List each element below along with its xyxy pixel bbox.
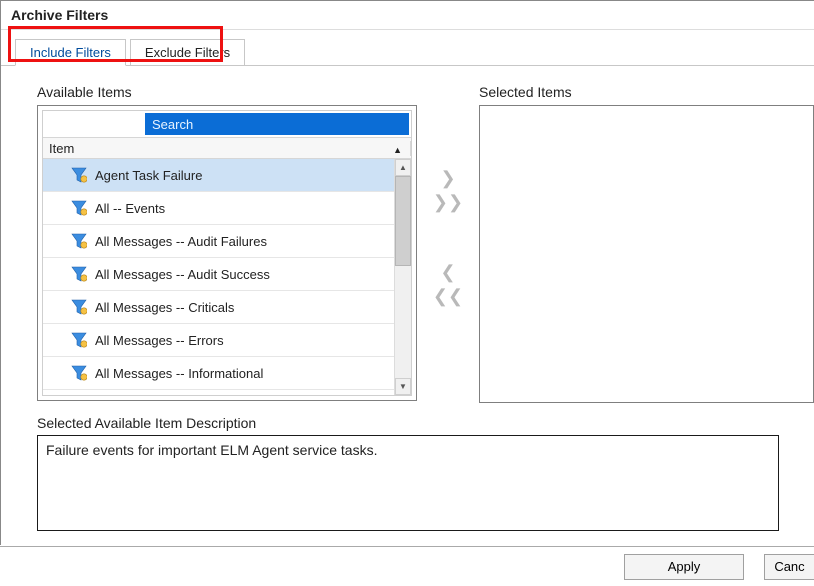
tab-exclude-filters[interactable]: Exclude Filters (130, 39, 245, 66)
move-right-button[interactable]: ❯ (440, 169, 455, 187)
cancel-button[interactable]: Canc (764, 554, 814, 580)
tab-include-filters[interactable]: Include Filters (15, 39, 126, 66)
move-left-button[interactable]: ❮ (440, 263, 455, 281)
list-item-label: All Messages -- Errors (95, 333, 224, 348)
dialog-button-bar: Apply Canc (0, 546, 814, 586)
list-item-label: All Messages -- Audit Success (95, 267, 270, 282)
list-item-label: All Messages -- Informational (95, 366, 263, 381)
sort-asc-icon: ▲ (393, 145, 402, 155)
move-all-left-button[interactable]: ❮❮ (433, 287, 463, 305)
scroll-down-icon[interactable]: ▼ (395, 378, 411, 395)
column-header-label: Item (49, 141, 74, 156)
list-item-label: All -- Events (95, 201, 165, 216)
filter-icon (71, 299, 87, 315)
list-item[interactable]: All Messages -- Audit Failures (43, 225, 394, 258)
filter-tabs: Include Filters Exclude Filters (15, 39, 245, 66)
filter-icon (71, 266, 87, 282)
filter-icon (71, 200, 87, 216)
move-all-right-button[interactable]: ❯❯ (433, 193, 463, 211)
list-item[interactable]: All Messages -- Criticals (43, 291, 394, 324)
apply-button[interactable]: Apply (624, 554, 744, 580)
list-item-label: All Messages -- Criticals (95, 300, 234, 315)
list-item[interactable]: Agent Task Failure (43, 159, 394, 192)
description-text: Failure events for important ELM Agent s… (46, 442, 377, 458)
list-item[interactable]: All -- Events (43, 192, 394, 225)
search-input[interactable] (145, 113, 409, 135)
filter-icon (71, 233, 87, 249)
filter-icon (71, 365, 87, 381)
scroll-thumb[interactable] (395, 176, 411, 266)
filter-icon (71, 332, 87, 348)
list-item-label: Agent Task Failure (95, 168, 202, 183)
list-item-label: All Messages -- Audit Failures (95, 234, 267, 249)
scroll-up-icon[interactable]: ▲ (395, 159, 411, 176)
description-title: Selected Available Item Description (37, 415, 417, 431)
available-items-title: Available Items (37, 84, 417, 100)
list-item[interactable]: All Messages -- Errors (43, 324, 394, 357)
available-items-grid: Item ▲ Agent Task Failure All -- Events (42, 110, 412, 396)
selected-items-title: Selected Items (479, 84, 814, 100)
selected-items-list[interactable] (479, 105, 814, 403)
list-item[interactable]: All Messages -- Audit Success (43, 258, 394, 291)
scrollbar[interactable]: ▲ ▼ (394, 159, 411, 395)
column-header-item[interactable]: Item ▲ (43, 141, 411, 156)
list-item[interactable]: All Messages -- Informational (43, 357, 394, 390)
filter-icon (71, 167, 87, 183)
panel-title: Archive Filters (1, 1, 814, 30)
